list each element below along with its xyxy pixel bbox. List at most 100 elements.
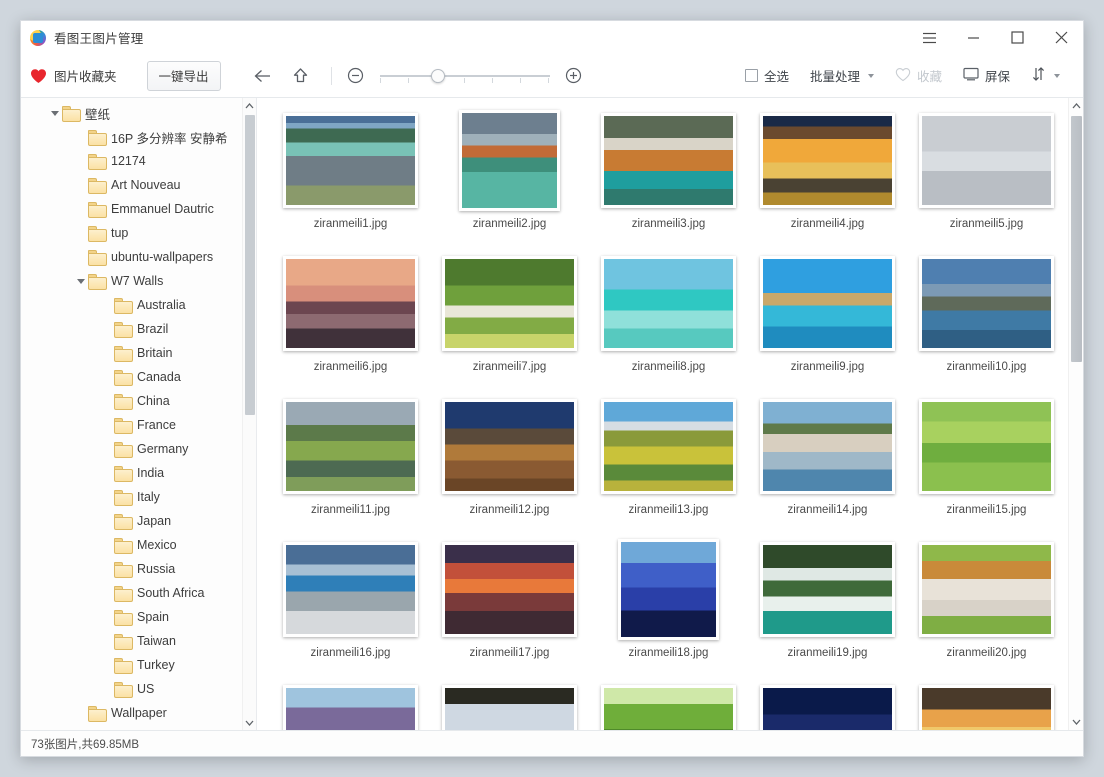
image-thumbnail[interactable] bbox=[601, 113, 736, 208]
zoom-slider[interactable] bbox=[380, 66, 550, 86]
folder-tree-item[interactable]: Wallpaper bbox=[21, 701, 242, 725]
scroll-down-icon[interactable] bbox=[1069, 714, 1083, 730]
image-grid-item[interactable]: ziranmeili21.jpg bbox=[271, 678, 430, 730]
image-thumbnail[interactable] bbox=[601, 685, 736, 731]
image-grid-item[interactable]: ziranmeili7.jpg bbox=[430, 249, 589, 392]
image-grid-item[interactable]: ziranmeili12.jpg bbox=[430, 392, 589, 535]
image-grid-item[interactable]: ziranmeili1.jpg bbox=[271, 106, 430, 249]
image-grid-item[interactable]: ziranmeili9.jpg bbox=[748, 249, 907, 392]
image-thumbnail[interactable] bbox=[919, 256, 1054, 351]
hamburger-menu-icon[interactable] bbox=[907, 21, 951, 54]
image-thumbnail[interactable] bbox=[760, 542, 895, 637]
image-thumbnail[interactable] bbox=[760, 399, 895, 494]
image-thumbnail[interactable] bbox=[283, 685, 418, 731]
image-grid-item[interactable]: ziranmeili16.jpg bbox=[271, 535, 430, 678]
image-grid-item[interactable]: ziranmeili18.jpg bbox=[589, 535, 748, 678]
image-thumbnail[interactable] bbox=[442, 256, 577, 351]
image-grid-item[interactable]: ziranmeili14.jpg bbox=[748, 392, 907, 535]
image-thumbnail[interactable] bbox=[760, 113, 895, 208]
arrow-up-icon[interactable] bbox=[285, 60, 317, 92]
image-grid-item[interactable]: ziranmeili10.jpg bbox=[907, 249, 1066, 392]
image-thumbnail[interactable] bbox=[601, 399, 736, 494]
folder-tree-item[interactable]: South Africa bbox=[21, 581, 242, 605]
image-thumbnail[interactable] bbox=[919, 542, 1054, 637]
image-grid-item[interactable]: ziranmeili19.jpg bbox=[748, 535, 907, 678]
folder-tree-item[interactable]: Turkey bbox=[21, 653, 242, 677]
folder-tree-item[interactable]: France bbox=[21, 413, 242, 437]
image-grid-item[interactable]: ziranmeili2.jpg bbox=[430, 106, 589, 249]
batch-process-menu[interactable]: 批量处理 bbox=[801, 61, 883, 90]
sort-menu[interactable] bbox=[1022, 61, 1069, 90]
image-grid-item[interactable]: ziranmeili25.jpg bbox=[907, 678, 1066, 730]
screensaver-button[interactable]: 屏保 bbox=[954, 61, 1019, 90]
grid-scrollbar[interactable] bbox=[1068, 98, 1083, 730]
folder-tree-item[interactable]: 12174 bbox=[21, 149, 242, 173]
image-grid-item[interactable]: ziranmeili3.jpg bbox=[589, 106, 748, 249]
scroll-up-icon[interactable] bbox=[1069, 98, 1083, 114]
folder-tree-item[interactable]: Japan bbox=[21, 509, 242, 533]
sidebar-scrollbar[interactable] bbox=[242, 98, 256, 730]
maximize-icon[interactable] bbox=[995, 21, 1039, 54]
image-grid-item[interactable]: ziranmeili4.jpg bbox=[748, 106, 907, 249]
folder-tree-item[interactable]: W7 Walls bbox=[21, 269, 242, 293]
image-grid-item[interactable]: ziranmeili24.jpg bbox=[748, 678, 907, 730]
scroll-down-icon[interactable] bbox=[243, 715, 256, 730]
folder-tree-item[interactable]: Australia bbox=[21, 293, 242, 317]
slider-thumb[interactable] bbox=[431, 69, 445, 83]
folder-tree-item[interactable]: tup bbox=[21, 221, 242, 245]
favorites-button[interactable]: 图片收藏夹 bbox=[30, 66, 117, 85]
scroll-up-icon[interactable] bbox=[243, 98, 256, 113]
image-thumbnail[interactable] bbox=[760, 685, 895, 731]
zoom-in-icon[interactable] bbox=[558, 60, 590, 92]
folder-tree-item[interactable]: ubuntu-wallpapers bbox=[21, 245, 242, 269]
folder-tree-item[interactable]: Italy bbox=[21, 485, 242, 509]
image-thumbnail[interactable] bbox=[459, 110, 560, 211]
grid-scroll-thumb[interactable] bbox=[1071, 116, 1082, 362]
folder-tree-item[interactable]: US bbox=[21, 677, 242, 701]
folder-tree-item[interactable]: Britain bbox=[21, 341, 242, 365]
folder-tree-item[interactable]: 壁纸 bbox=[21, 101, 242, 125]
sidebar-scroll-thumb[interactable] bbox=[245, 115, 255, 415]
image-thumbnail[interactable] bbox=[283, 256, 418, 351]
image-grid-item[interactable]: ziranmeili22.jpg bbox=[430, 678, 589, 730]
folder-tree-item[interactable]: Russia bbox=[21, 557, 242, 581]
zoom-out-icon[interactable] bbox=[340, 60, 372, 92]
image-thumbnail[interactable] bbox=[442, 542, 577, 637]
image-grid-item[interactable]: ziranmeili17.jpg bbox=[430, 535, 589, 678]
folder-tree-item[interactable]: Mexico bbox=[21, 533, 242, 557]
image-thumbnail[interactable] bbox=[601, 256, 736, 351]
image-grid-item[interactable]: ziranmeili11.jpg bbox=[271, 392, 430, 535]
folder-tree-item[interactable]: China bbox=[21, 389, 242, 413]
image-thumbnail[interactable] bbox=[919, 685, 1054, 731]
image-grid-item[interactable]: ziranmeili6.jpg bbox=[271, 249, 430, 392]
image-grid-item[interactable]: ziranmeili8.jpg bbox=[589, 249, 748, 392]
image-thumbnail[interactable] bbox=[760, 256, 895, 351]
image-grid-item[interactable]: ziranmeili5.jpg bbox=[907, 106, 1066, 249]
arrow-left-icon[interactable] bbox=[247, 60, 279, 92]
image-thumbnail[interactable] bbox=[283, 399, 418, 494]
folder-tree-item[interactable]: Taiwan bbox=[21, 629, 242, 653]
select-all-checkbox[interactable]: 全选 bbox=[736, 61, 798, 90]
close-icon[interactable] bbox=[1039, 21, 1083, 54]
image-grid-item[interactable]: ziranmeili23.jpg bbox=[589, 678, 748, 730]
folder-tree-item[interactable]: Spain bbox=[21, 605, 242, 629]
folder-tree-item[interactable]: Germany bbox=[21, 437, 242, 461]
image-thumbnail[interactable] bbox=[442, 685, 577, 731]
image-thumbnail[interactable] bbox=[919, 113, 1054, 208]
image-thumbnail[interactable] bbox=[618, 539, 719, 640]
image-thumbnail[interactable] bbox=[442, 399, 577, 494]
folder-tree-item[interactable]: Brazil bbox=[21, 317, 242, 341]
favorite-button[interactable]: 收藏 bbox=[886, 61, 951, 90]
expand-triangle-icon[interactable] bbox=[73, 279, 88, 284]
image-thumbnail[interactable] bbox=[919, 399, 1054, 494]
folder-tree-item[interactable]: Art Nouveau bbox=[21, 173, 242, 197]
folder-tree-item[interactable]: India bbox=[21, 461, 242, 485]
image-thumbnail[interactable] bbox=[283, 113, 418, 208]
export-button[interactable]: 一键导出 bbox=[147, 61, 221, 91]
image-thumbnail[interactable] bbox=[283, 542, 418, 637]
expand-triangle-icon[interactable] bbox=[47, 111, 62, 116]
image-grid-item[interactable]: ziranmeili13.jpg bbox=[589, 392, 748, 535]
folder-tree-item[interactable]: Canada bbox=[21, 365, 242, 389]
folder-tree-item[interactable]: Emmanuel Dautric bbox=[21, 197, 242, 221]
image-grid-item[interactable]: ziranmeili20.jpg bbox=[907, 535, 1066, 678]
